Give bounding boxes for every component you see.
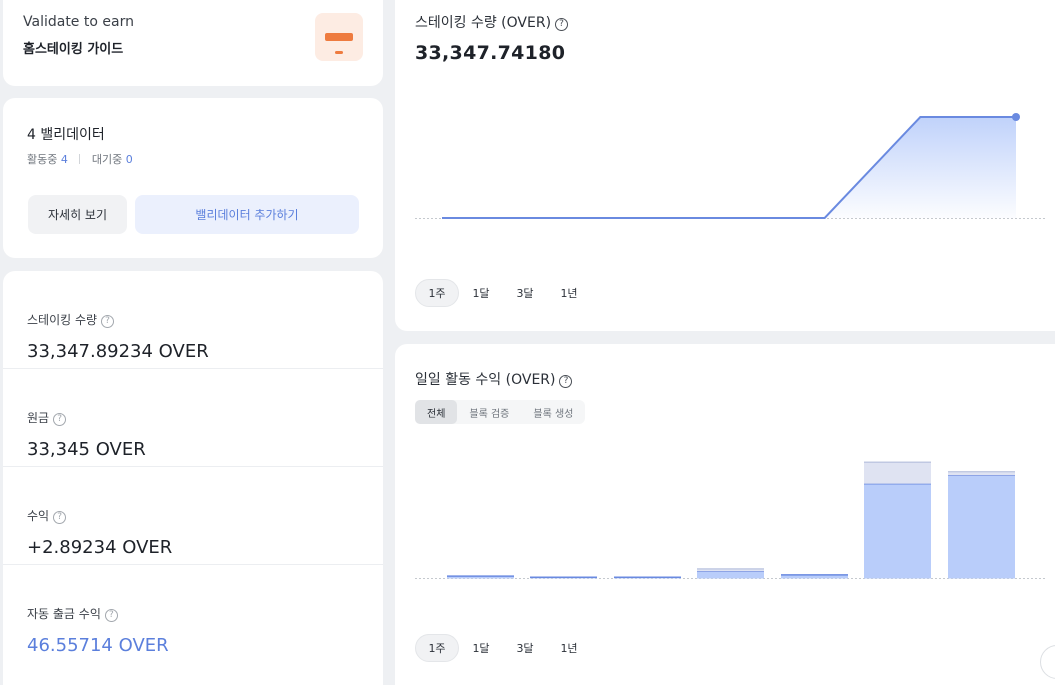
period-3m-button[interactable]: 3달 [503, 634, 547, 662]
period-selector: 1주 1달 3달 1년 [415, 634, 591, 662]
stat-auto-withdraw: 자동 출금 수익? 46.55714 OVER [3, 565, 383, 663]
bar [697, 571, 764, 579]
series-area [442, 117, 1016, 218]
bar-stack [948, 471, 1015, 476]
bar [864, 483, 931, 579]
staking-amount-chart-card: 스테이킹 수량 (OVER)? 33,347.74180 1주 1달 3달 1년 [395, 0, 1055, 331]
stat-principal: 원금? 33,345 OVER [3, 369, 383, 467]
stat-earnings: 수익? +2.89234 OVER [3, 467, 383, 565]
stat-value: 46.55714 OVER [27, 635, 169, 656]
divider [79, 154, 81, 164]
daily-earnings-chart-card: 일일 활동 수익 (OVER)? 전체 블록 검증 블록 생성 1주 1달 3달… [395, 344, 1055, 685]
stat-label: 스테이킹 수량 [27, 313, 98, 327]
period-1y-button[interactable]: 1년 [547, 634, 591, 662]
guide-title: 홈스테이킹 가이드 [23, 42, 124, 57]
period-1m-button[interactable]: 1달 [459, 634, 503, 662]
stat-label: 자동 출금 수익 [27, 607, 101, 621]
stat-value: 33,347.89234 OVER [27, 341, 209, 362]
period-1w-button[interactable]: 1주 [415, 634, 459, 662]
stat-staking-amount: 스테이킹 수량? 33,347.89234 OVER [3, 271, 383, 369]
view-details-button[interactable]: 자세히 보기 [28, 195, 127, 234]
guide-subtitle: Validate to earn [23, 14, 134, 30]
bar-stack [864, 462, 931, 484]
validator-status-line: 활동중 4 대기중 0 [27, 151, 133, 167]
period-1m-button[interactable]: 1달 [459, 279, 503, 307]
period-selector: 1주 1달 3달 1년 [415, 279, 591, 307]
staking-stats-card: 스테이킹 수량? 33,347.89234 OVER 원금? 33,345 OV… [3, 271, 383, 685]
validator-count-title: 4 밸리데이터 [27, 127, 105, 143]
staking-line-chart [415, 113, 1047, 219]
period-1w-button[interactable]: 1주 [415, 279, 459, 307]
staking-guide-card[interactable]: Validate to earn 홈스테이킹 가이드 [3, 0, 383, 86]
help-icon[interactable]: ? [53, 413, 67, 426]
bar [948, 475, 1015, 579]
stat-label: 원금 [27, 411, 50, 425]
period-1y-button[interactable]: 1년 [547, 279, 591, 307]
waiting-count: 0 [125, 153, 133, 166]
stat-label: 수익 [27, 509, 50, 523]
active-label: 활동중 [27, 153, 58, 166]
waiting-label: 대기중 [91, 153, 123, 166]
daily-earnings-bar-chart [415, 461, 1047, 579]
validator-summary-card: 4 밸리데이터 활동중 4 대기중 0 자세히 보기 밸리데이터 추가하기 [3, 98, 383, 258]
card-icon [315, 13, 363, 61]
active-count: 4 [60, 153, 68, 166]
help-icon[interactable]: ? [53, 511, 67, 524]
period-3m-button[interactable]: 3달 [503, 279, 547, 307]
help-icon[interactable]: ? [101, 315, 115, 328]
add-validator-button[interactable]: 밸리데이터 추가하기 [135, 195, 359, 234]
data-point [1012, 113, 1020, 121]
stat-value: +2.89234 OVER [27, 537, 173, 558]
help-icon[interactable]: ? [104, 609, 118, 622]
stat-value: 33,345 OVER [27, 439, 146, 460]
